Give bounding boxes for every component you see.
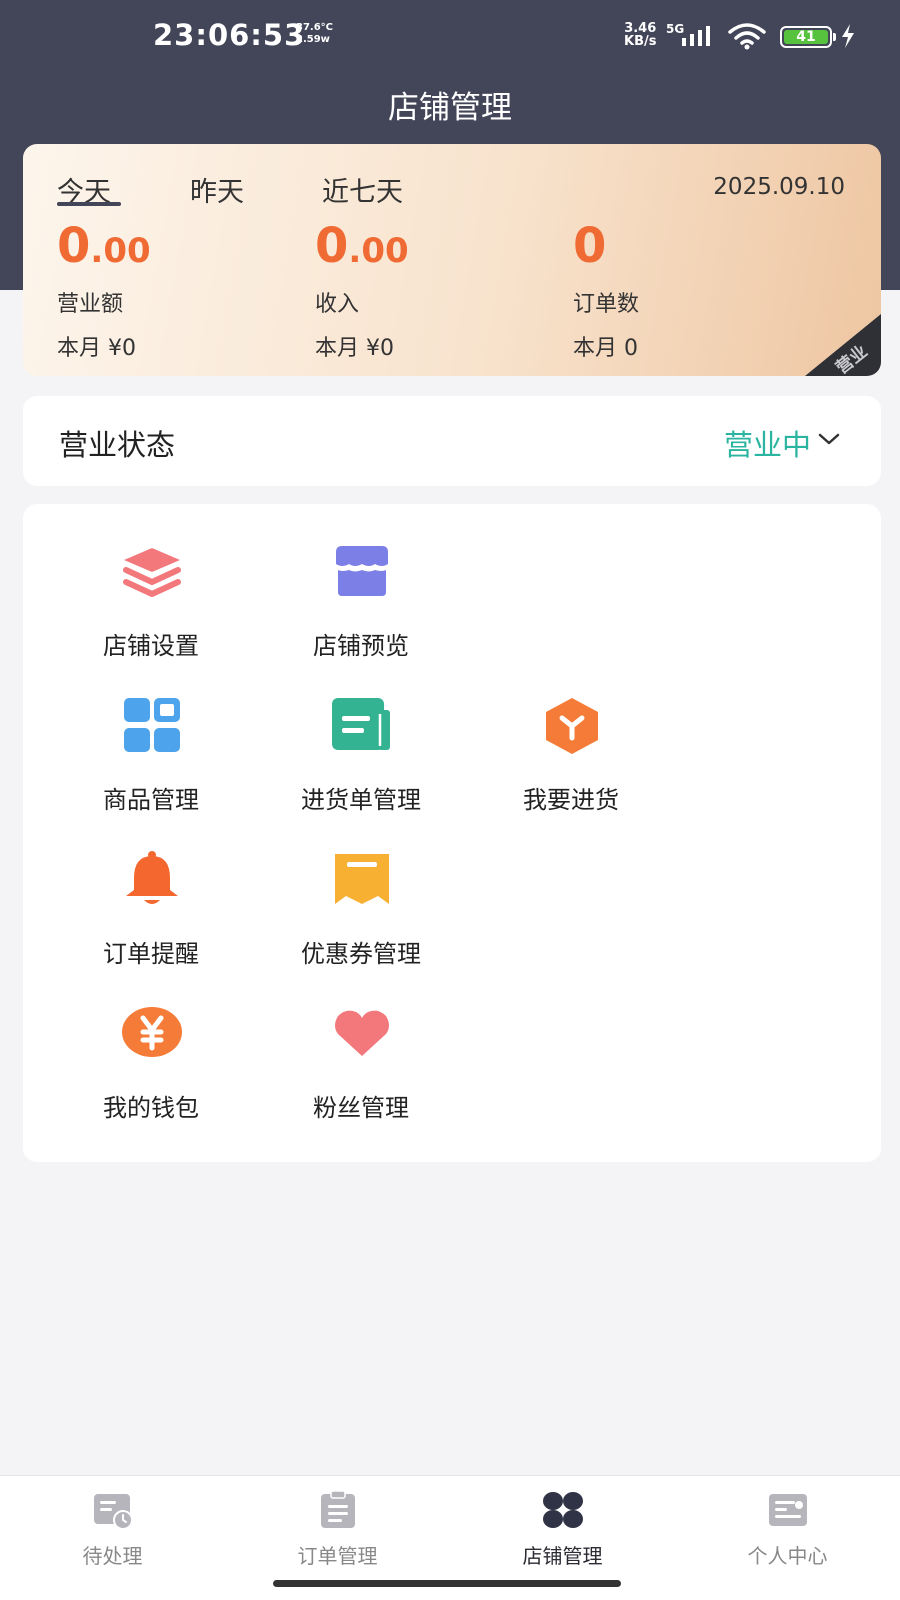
menu-item-product-management[interactable]: 商品管理 xyxy=(46,696,256,826)
stat-revenue: 0.00 营业额 本月 ¥0 xyxy=(57,218,307,362)
business-status-label: 营业状态 xyxy=(59,428,176,462)
nav-item-store-management[interactable]: 店铺管理 xyxy=(450,1490,675,1570)
menu-item-my-wallet[interactable]: 我的钱包 xyxy=(46,1004,256,1134)
stats-card: 今天 昨天 近七天 2025.09.10 0.00 营业额 本月 ¥0 0.00… xyxy=(23,144,881,376)
menu-label: 店铺设置 xyxy=(103,632,199,660)
menu-label: 我的钱包 xyxy=(103,1094,199,1122)
battery-level: 41 xyxy=(784,30,828,44)
nav-item-orders[interactable]: 订单管理 xyxy=(225,1490,450,1570)
menu-label: 我要进货 xyxy=(523,786,619,814)
home-indicator[interactable] xyxy=(273,1580,621,1587)
stat-orders: 0 订单数 本月 0 xyxy=(573,218,823,362)
stat-income-label: 收入 xyxy=(315,292,360,317)
profile-icon xyxy=(769,1494,807,1526)
menu-label: 商品管理 xyxy=(103,786,199,814)
charging-icon xyxy=(842,24,854,48)
stat-orders-label: 订单数 xyxy=(573,292,640,317)
menu-label: 进货单管理 xyxy=(301,786,421,814)
status-temperature: 37.6°C xyxy=(296,22,334,33)
wallet-icon xyxy=(122,1007,182,1057)
stat-revenue-month: 本月 ¥0 xyxy=(57,336,136,361)
grid-icon xyxy=(124,698,180,752)
page-title: 店铺管理 xyxy=(388,90,512,126)
stat-income-int: 0 xyxy=(315,218,349,274)
nav-label: 订单管理 xyxy=(297,1544,378,1568)
menu-label: 订单提醒 xyxy=(103,940,199,968)
stat-orders-value: 0 xyxy=(573,218,823,276)
menu-item-fan-management[interactable]: 粉丝管理 xyxy=(256,1004,466,1134)
menu-item-purchase-orders[interactable]: 进货单管理 xyxy=(256,696,466,826)
menu-item-store-preview[interactable]: 店铺预览 xyxy=(256,542,466,672)
chevron-down-icon[interactable] xyxy=(817,430,841,448)
stat-revenue-int: 0 xyxy=(57,218,91,274)
order-icon xyxy=(321,1490,355,1528)
menu-grid: 店铺设置 店铺预览 商品管理 进货单管理 我要进货 订单提醒 优惠券管理 我的钱… xyxy=(23,504,881,1162)
store-icon xyxy=(543,1492,583,1528)
stat-income: 0.00 收入 本月 ¥0 xyxy=(315,218,565,362)
wifi-icon xyxy=(728,23,766,50)
menu-label: 店铺预览 xyxy=(313,632,409,660)
status-temp: 37.6°C 2.59w xyxy=(296,22,333,46)
status-power: 2.59w xyxy=(296,34,330,45)
nav-label: 店铺管理 xyxy=(522,1544,603,1568)
nav-label: 个人中心 xyxy=(747,1544,828,1568)
nav-item-pending[interactable]: 待处理 xyxy=(0,1490,225,1570)
tab-yesterday[interactable]: 昨天 xyxy=(190,170,244,209)
tab-last-seven-days[interactable]: 近七天 xyxy=(322,170,403,209)
menu-item-restock[interactable]: 我要进货 xyxy=(466,696,676,826)
nav-item-profile[interactable]: 个人中心 xyxy=(675,1490,900,1570)
stats-date: 2025.09.10 xyxy=(713,174,845,200)
stat-income-month: 本月 ¥0 xyxy=(315,336,394,361)
menu-item-coupon-management[interactable]: 优惠券管理 xyxy=(256,850,466,980)
menu-label: 优惠券管理 xyxy=(301,940,421,968)
stat-revenue-dec: .00 xyxy=(90,231,151,271)
business-status-row[interactable]: 营业状态 营业中 xyxy=(23,396,881,486)
pending-icon xyxy=(94,1494,133,1530)
battery-icon: 41 xyxy=(780,26,836,48)
box-icon xyxy=(546,698,598,754)
stat-income-value: 0.00 xyxy=(315,218,565,276)
heart-icon xyxy=(335,1010,389,1056)
net-speed-unit: KB/s xyxy=(624,34,657,49)
stat-orders-month: 本月 0 xyxy=(573,336,638,361)
stat-income-dec: .00 xyxy=(348,231,409,271)
open-ribbon: 营业 xyxy=(805,314,881,376)
status-time: 23:06:53 xyxy=(153,18,306,52)
battery-cap xyxy=(833,33,836,41)
shop-icon xyxy=(336,546,388,596)
nav-label: 待处理 xyxy=(82,1544,143,1568)
bell-icon xyxy=(126,851,178,904)
tab-active-underline xyxy=(57,202,121,206)
menu-item-order-reminder[interactable]: 订单提醒 xyxy=(46,850,256,980)
business-status-value[interactable]: 营业中 xyxy=(724,422,811,464)
layers-icon xyxy=(123,548,181,597)
document-icon xyxy=(332,698,390,750)
stat-revenue-value: 0.00 xyxy=(57,218,307,276)
status-net-speed: 3.46 KB/s xyxy=(624,22,656,48)
stat-orders-int: 0 xyxy=(573,218,607,274)
coupon-icon xyxy=(335,854,389,904)
signal-icon xyxy=(682,26,710,46)
stat-revenue-label: 营业额 xyxy=(57,292,124,317)
menu-label: 粉丝管理 xyxy=(313,1094,409,1122)
status-bar: 23:06:53 37.6°C 2.59w 3.46 KB/s 5G 41 xyxy=(0,0,900,72)
menu-item-store-settings[interactable]: 店铺设置 xyxy=(46,542,256,672)
